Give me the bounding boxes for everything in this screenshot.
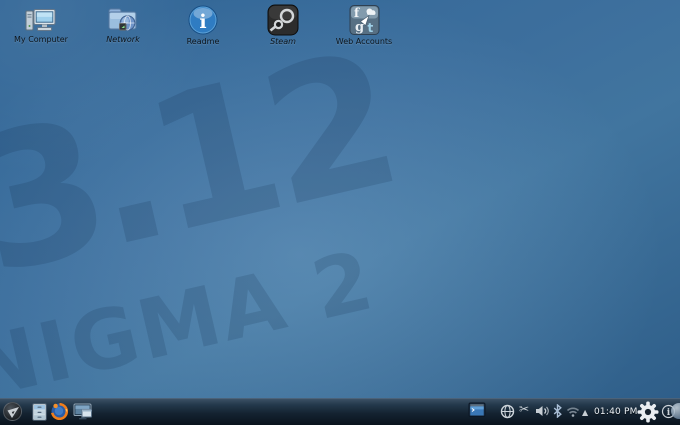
wallpaper-codename-text: ENIGMA 2	[0, 233, 383, 425]
desktop-icon-label: Web Accounts	[335, 37, 393, 46]
network-folder-icon	[108, 8, 137, 31]
wallpaper-version-text: 13.12	[0, 11, 409, 343]
desktop: 13.12 ENIGMA 2 My Computer Network i Rea…	[0, 0, 680, 425]
launcher-menu-button[interactable]	[3, 402, 22, 421]
panel-cashew-toolbox[interactable]	[671, 403, 680, 419]
gear-icon[interactable]	[637, 401, 659, 423]
desktop-icon-label: Steam	[270, 37, 296, 46]
readme-info-icon: i	[188, 5, 218, 35]
desktop-icon-network[interactable]: Network	[91, 4, 155, 44]
file-manager-icon[interactable]	[32, 403, 47, 421]
web-accounts-icon: f g t	[349, 5, 380, 35]
panel-clock[interactable]: 01:40 PM	[594, 406, 638, 418]
clipboard-scissors-icon[interactable]: ✂	[519, 403, 529, 415]
desktop-icon-label: Readme	[186, 37, 220, 46]
terminal-icon[interactable]	[468, 402, 486, 418]
desktop-icon-label: My Computer	[14, 35, 68, 44]
desktop-icon-steam[interactable]: Steam	[251, 4, 315, 46]
svg-text:f: f	[354, 6, 360, 20]
launcher-arrow-icon	[7, 407, 19, 418]
tray-expander-icon[interactable]: ▲	[582, 407, 588, 418]
display-settings-icon[interactable]	[73, 403, 93, 420]
computer-icon	[25, 9, 56, 31]
steam-icon	[267, 4, 299, 36]
network-globe-icon[interactable]	[500, 404, 515, 419]
desktop-icon-label: Network	[106, 35, 140, 44]
volume-icon[interactable]	[535, 405, 549, 417]
bluetooth-icon[interactable]	[552, 404, 563, 418]
desktop-icon-my-computer[interactable]: My Computer	[9, 4, 73, 44]
svg-text:t: t	[368, 21, 374, 35]
taskbar-panel: ✂ ▲ 01:40 PM i	[0, 398, 680, 425]
firefox-icon[interactable]	[51, 403, 68, 420]
wallpaper-watermark: 13.12 ENIGMA 2	[0, 11, 432, 425]
wifi-icon[interactable]	[566, 405, 580, 417]
desktop-icon-readme[interactable]: i Readme	[171, 4, 235, 46]
desktop-icon-web-accounts[interactable]: f g t Web Accounts	[332, 4, 396, 46]
svg-text:i: i	[199, 11, 206, 33]
